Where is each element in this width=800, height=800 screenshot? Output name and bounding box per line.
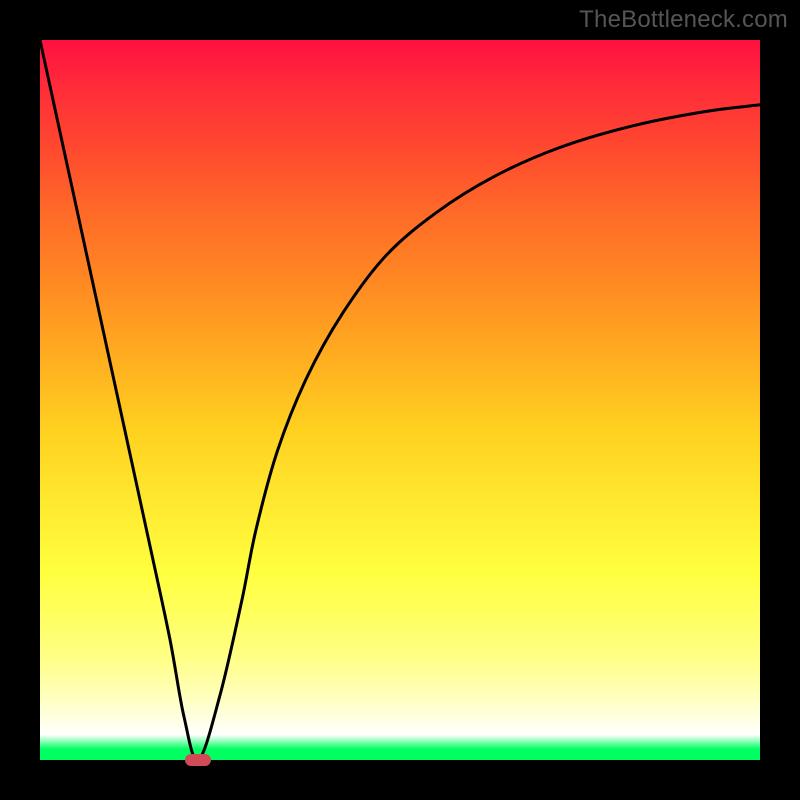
chart-svg <box>40 40 760 760</box>
chart-plot-area <box>40 40 760 760</box>
bottleneck-curve-line <box>40 40 760 760</box>
watermark-text: TheBottleneck.com <box>579 6 788 34</box>
optimal-point-marker <box>185 754 211 766</box>
